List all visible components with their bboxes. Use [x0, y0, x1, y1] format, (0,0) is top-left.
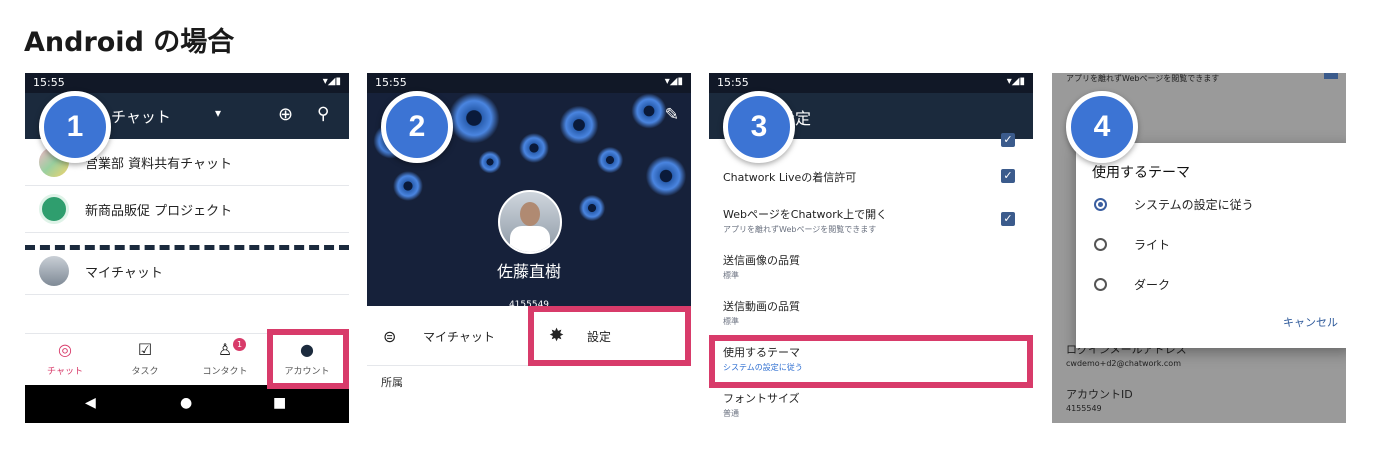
contact-icon: ♙ — [217, 340, 233, 359]
setting-item[interactable]: 送信動画の品質 標準 — [723, 298, 1019, 327]
status-icons: ▾◢▮ — [664, 76, 683, 87]
tab-label: チャット — [47, 367, 83, 377]
setting-item[interactable]: Chatwork Liveの着信許可 — [723, 169, 1019, 185]
status-bar: 15:55 ▾◢▮ — [709, 73, 1033, 93]
setting-title: フォントサイズ — [723, 392, 800, 405]
room-name: マイチャット — [85, 266, 163, 281]
screen-account: 15:55 ▾◢▮ ✎ 佐藤直樹 4155549 ⊜ マイチャット ✸ 設定 所… — [367, 73, 691, 423]
highlight-box — [528, 306, 691, 366]
checkbox — [1324, 73, 1338, 79]
status-time: 15:55 — [717, 76, 749, 89]
setting-item[interactable]: 送信画像の品質 標準 — [723, 252, 1019, 281]
setting-subtitle: アプリを離れずWebページを閲覧できます — [723, 225, 877, 234]
highlight-box — [267, 329, 349, 389]
step-badge: 4 — [1066, 91, 1138, 163]
tab-contact[interactable]: ♙ 1 コンタクト — [189, 338, 261, 377]
background-text: アプリを離れずWebページを閲覧できます — [1066, 74, 1220, 83]
divider-dashed — [25, 245, 349, 250]
option-label: システムの設定に従う — [1134, 198, 1254, 212]
theme-dialog: 使用するテーマ システムの設定に従う ライト ダーク キャンセル — [1076, 143, 1346, 348]
edit-icon[interactable]: ✎ — [665, 105, 679, 125]
android-nav-bar: ◀ ● ■ — [25, 385, 349, 423]
step-badge: 2 — [381, 91, 453, 163]
avatar — [498, 190, 562, 254]
back-icon[interactable]: ◀ — [85, 395, 96, 411]
checkbox[interactable]: ✓ — [1001, 212, 1015, 226]
screen-settings: 15:55 ▾◢▮ 設定 ✓ Chatwork Liveの着信許可 ✓ Webペ… — [709, 73, 1033, 423]
my-chat-label: マイチャット — [423, 330, 495, 344]
setting-title: アカウントID — [1066, 388, 1133, 401]
notification-badge: 1 — [233, 338, 246, 351]
status-icons: ▾◢▮ — [1006, 76, 1025, 87]
room-avatar — [39, 194, 69, 224]
setting-item: アカウントID 4155549 — [1066, 386, 1133, 413]
screen-theme-dialog: アプリを離れずWebページを閲覧できます 使用するテーマ システムの設定に従う … — [1052, 73, 1346, 423]
chevron-down-icon[interactable]: ▾ — [215, 106, 221, 120]
status-bar: 15:55 ▾◢▮ — [367, 73, 691, 93]
profile-name: 佐藤直樹 — [496, 262, 561, 281]
setting-title: Chatwork Liveの着信許可 — [723, 171, 857, 184]
status-time: 15:55 — [375, 76, 407, 89]
setting-subtitle: 標準 — [723, 271, 739, 280]
cancel-button[interactable]: キャンセル — [1283, 314, 1338, 330]
tab-label: タスク — [131, 367, 159, 377]
list-item[interactable]: 新商品販促 プロジェクト — [25, 186, 349, 233]
step-badge: 3 — [723, 91, 795, 163]
radio-button[interactable] — [1094, 198, 1107, 211]
checkbox[interactable]: ✓ — [1001, 133, 1015, 147]
radio-button[interactable] — [1094, 238, 1107, 251]
status-icons: ▾◢▮ — [322, 76, 341, 87]
dialog-title: 使用するテーマ — [1092, 165, 1190, 181]
tab-task[interactable]: ☑ タスク — [109, 340, 181, 377]
home-icon[interactable]: ● — [180, 395, 192, 411]
add-chat-icon[interactable]: ⊕ — [278, 104, 293, 125]
screen-chat-list: 15:55 ▾◢▮ チャット ▾ ⊕ ⚲ 営業部 資料共有チャット 新商品販促 … — [25, 73, 349, 423]
radio-button[interactable] — [1094, 278, 1107, 291]
setting-subtitle: 標準 — [723, 317, 739, 326]
chat-icon: ◎ — [58, 340, 72, 359]
option-label: ダーク — [1134, 278, 1171, 292]
room-name: 新商品販促 プロジェクト — [85, 204, 233, 219]
setting-subtitle: cwdemo+d2@chatwork.com — [1066, 359, 1181, 368]
app-bar-title[interactable]: チャット — [111, 106, 171, 127]
tab-label: コンタクト — [202, 367, 248, 377]
setting-title: WebページをChatwork上で開く — [723, 208, 888, 221]
setting-subtitle: 普通 — [723, 409, 739, 418]
section-label: 所属 — [381, 376, 403, 389]
recents-icon[interactable]: ■ — [273, 395, 286, 411]
room-name: 営業部 資料共有チャット — [85, 157, 233, 172]
setting-item[interactable]: フォントサイズ 普通 — [723, 390, 1019, 419]
setting-item[interactable]: WebページをChatwork上で開く アプリを離れずWebページを閲覧できます — [723, 206, 1019, 235]
option-label: ライト — [1134, 238, 1171, 252]
step-badge: 1 — [39, 91, 111, 163]
status-bar: 15:55 ▾◢▮ — [25, 73, 349, 93]
list-item[interactable]: マイチャット — [25, 248, 349, 295]
setting-subtitle: 4155549 — [1066, 404, 1102, 413]
search-icon[interactable]: ⚲ — [317, 104, 329, 124]
room-avatar — [39, 256, 69, 286]
status-time: 15:55 — [33, 76, 65, 89]
page-title: Android の場合 — [24, 27, 235, 58]
tab-chat[interactable]: ◎ チャット — [29, 340, 101, 377]
checkbox[interactable]: ✓ — [1001, 169, 1015, 183]
setting-title: 送信動画の品質 — [723, 300, 800, 313]
setting-title: 送信画像の品質 — [723, 254, 800, 267]
chat-icon: ⊜ — [383, 327, 397, 346]
highlight-box — [709, 335, 1033, 388]
task-icon: ☑ — [137, 340, 153, 359]
my-chat-button[interactable]: ⊜ マイチャット — [367, 311, 529, 363]
